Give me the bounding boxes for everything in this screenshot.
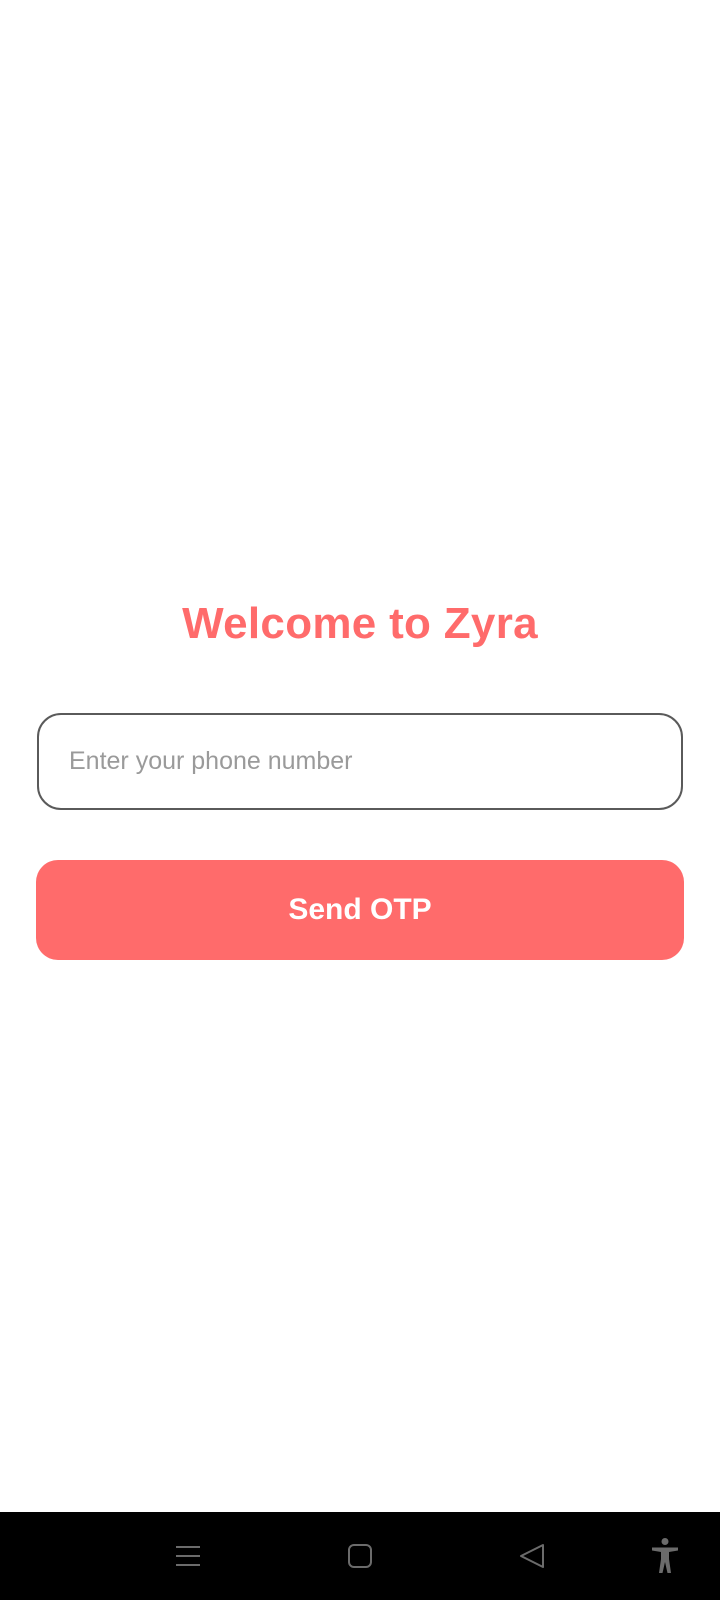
welcome-title: Welcome to Zyra [182,599,538,648]
home-square-icon [348,1544,372,1568]
back-button[interactable] [492,1512,572,1600]
recent-apps-button[interactable] [148,1512,228,1600]
home-button[interactable] [320,1512,400,1600]
phone-number-input[interactable] [37,713,683,810]
accessibility-button[interactable] [625,1512,705,1600]
system-navigation-bar [0,1512,720,1600]
back-triangle-icon [520,1544,544,1568]
send-otp-button[interactable]: Send OTP [36,860,684,960]
menu-icon [176,1546,200,1566]
login-screen: Welcome to Zyra Send OTP [0,0,720,1600]
accessibility-icon [652,1538,678,1573]
